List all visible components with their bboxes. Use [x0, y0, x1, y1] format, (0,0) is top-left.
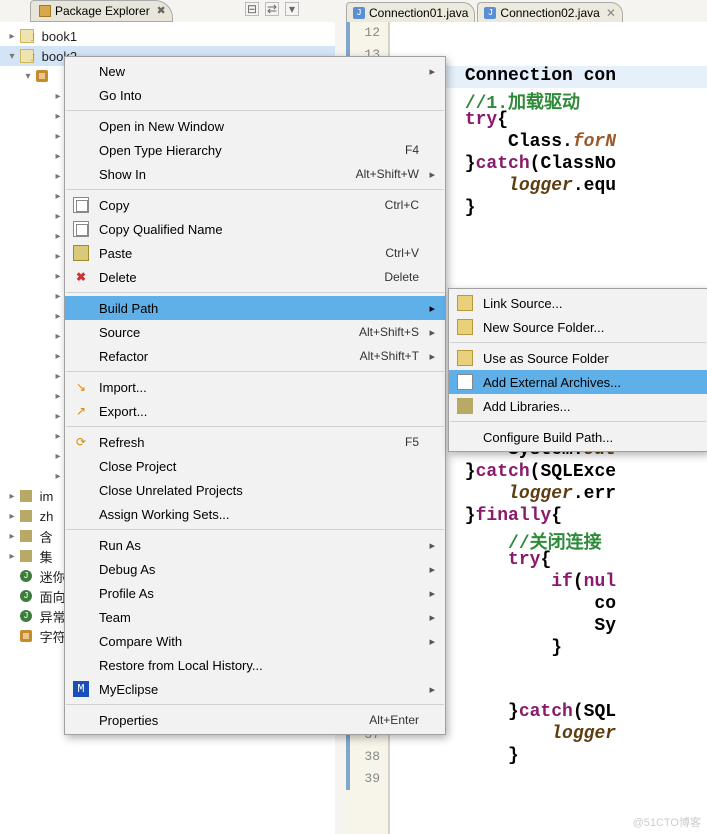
java-file-icon: J — [484, 7, 496, 19]
menu-separator — [66, 529, 444, 530]
ic-imp-icon: ↘ — [73, 379, 89, 395]
class-icon: J — [20, 610, 32, 622]
package-explorer-tab[interactable]: Package Explorer ✖ — [30, 0, 173, 22]
menu-item-compare-with[interactable]: Compare With — [65, 629, 445, 653]
submenu-item-link-source[interactable]: Link Source... — [449, 291, 707, 315]
shortcut: Delete — [384, 270, 419, 284]
menu-separator — [450, 342, 706, 343]
lib-icon — [20, 550, 32, 562]
ic-ref-icon: ⟳ — [73, 434, 89, 450]
menu-separator — [66, 189, 444, 190]
menu-item-copy[interactable]: CopyCtrl+C — [65, 193, 445, 217]
ic-cfg-icon — [457, 429, 473, 445]
shortcut: Alt+Enter — [369, 713, 419, 727]
menu-item-paste[interactable]: PasteCtrl+V — [65, 241, 445, 265]
line-number: 12 — [346, 22, 380, 44]
menu-item-assign-working-sets[interactable]: Assign Working Sets... — [65, 502, 445, 526]
project-icon — [20, 49, 34, 63]
shortcut: F4 — [405, 143, 419, 157]
ic-fld-icon — [457, 295, 473, 311]
code-line[interactable] — [394, 768, 707, 790]
menu-item-myeclipse[interactable]: MMyEclipse — [65, 677, 445, 701]
package-explorer-icon — [39, 5, 51, 17]
menu-separator — [450, 421, 706, 422]
class-icon: J — [20, 570, 32, 582]
menu-item-delete[interactable]: ✖DeleteDelete — [65, 265, 445, 289]
context-menu[interactable]: NewGo Into Open in New WindowOpen Type Hi… — [64, 56, 446, 735]
project-book1[interactable]: ▸ book1 — [0, 26, 335, 46]
menu-item-build-path[interactable]: Build Path — [65, 296, 445, 320]
submenu-item-use-as-source-folder[interactable]: Use as Source Folder — [449, 346, 707, 370]
editor-tabs: JConnection01.javaJConnection02.java✕ — [346, 0, 707, 22]
ic-copy-icon — [73, 197, 89, 213]
package-icon — [36, 70, 48, 82]
java-file-icon: J — [353, 7, 365, 19]
menu-item-show-in[interactable]: Show InAlt+Shift+W — [65, 162, 445, 186]
menu-separator — [66, 110, 444, 111]
package-explorer-title: Package Explorer — [55, 4, 150, 18]
shortcut: Ctrl+V — [385, 246, 419, 260]
code-line[interactable]: } — [394, 746, 707, 768]
menu-item-team[interactable]: Team — [65, 605, 445, 629]
lib-icon — [20, 530, 32, 542]
menu-item-run-as[interactable]: Run As — [65, 533, 445, 557]
class-icon: J — [20, 590, 32, 602]
menu-item-go-into[interactable]: Go Into — [65, 83, 445, 107]
buildpath-submenu[interactable]: Link Source...New Source Folder... Use as… — [448, 288, 707, 452]
submenu-item-configure-build-path[interactable]: Configure Build Path... — [449, 425, 707, 449]
submenu-item-add-libraries[interactable]: Add Libraries... — [449, 394, 707, 418]
line-number: 38 — [346, 746, 380, 768]
menu-separator — [66, 704, 444, 705]
pin-icon[interactable]: ✖ — [157, 4, 166, 17]
menu-item-profile-as[interactable]: Profile As — [65, 581, 445, 605]
menu-item-new[interactable]: New — [65, 59, 445, 83]
shortcut: F5 — [405, 435, 419, 449]
menu-item-source[interactable]: SourceAlt+Shift+S — [65, 320, 445, 344]
view-menu-icon[interactable]: ▾ — [285, 2, 299, 16]
menu-item-restore-from-local-history[interactable]: Restore from Local History... — [65, 653, 445, 677]
shortcut: Ctrl+C — [385, 198, 419, 212]
menu-item-debug-as[interactable]: Debug As — [65, 557, 445, 581]
ic-lib2-icon — [457, 398, 473, 414]
menu-item-refresh[interactable]: ⟳RefreshF5 — [65, 430, 445, 454]
submenu-item-add-external-archives[interactable]: Add External Archives... — [449, 370, 707, 394]
ic-fld-icon — [457, 319, 473, 335]
ic-my-icon: M — [73, 681, 89, 697]
ic-copy-icon — [73, 221, 89, 237]
project-icon — [20, 29, 34, 43]
menu-separator — [66, 292, 444, 293]
menu-item-open-in-new-window[interactable]: Open in New Window — [65, 114, 445, 138]
menu-separator — [66, 426, 444, 427]
watermark: @51CTO博客 — [633, 814, 701, 830]
ic-imp-icon: ↗ — [73, 403, 89, 419]
editor-tab[interactable]: JConnection01.java — [346, 2, 475, 22]
menu-item-import[interactable]: ↘Import... — [65, 375, 445, 399]
pkg-icon — [20, 630, 32, 642]
menu-separator — [66, 371, 444, 372]
ic-fld-icon — [457, 350, 473, 366]
shortcut: Alt+Shift+T — [360, 349, 419, 363]
lib-icon — [20, 490, 32, 502]
collapse-all-icon[interactable]: ⊟ — [245, 2, 259, 16]
menu-item-close-project[interactable]: Close Project — [65, 454, 445, 478]
shortcut: Alt+Shift+W — [356, 167, 419, 181]
submenu-item-new-source-folder[interactable]: New Source Folder... — [449, 315, 707, 339]
ic-del-icon: ✖ — [73, 269, 89, 285]
menu-item-properties[interactable]: PropertiesAlt+Enter — [65, 708, 445, 732]
menu-item-copy-qualified-name[interactable]: Copy Qualified Name — [65, 217, 445, 241]
menu-item-refactor[interactable]: RefactorAlt+Shift+T — [65, 344, 445, 368]
menu-item-open-type-hierarchy[interactable]: Open Type HierarchyF4 — [65, 138, 445, 162]
ic-jar-icon — [457, 374, 473, 390]
close-icon[interactable]: ✕ — [606, 6, 616, 20]
ic-paste-icon — [73, 245, 89, 261]
link-editor-icon[interactable]: ⇄ — [265, 2, 279, 16]
explorer-toolbar: ⊟ ⇄ ▾ — [245, 2, 299, 16]
lib-icon — [20, 510, 32, 522]
menu-item-close-unrelated-projects[interactable]: Close Unrelated Projects — [65, 478, 445, 502]
line-number: 39 — [346, 768, 380, 790]
code-line[interactable] — [394, 22, 707, 44]
editor-tab[interactable]: JConnection02.java✕ — [477, 2, 622, 22]
menu-item-export[interactable]: ↗Export... — [65, 399, 445, 423]
shortcut: Alt+Shift+S — [359, 325, 419, 339]
